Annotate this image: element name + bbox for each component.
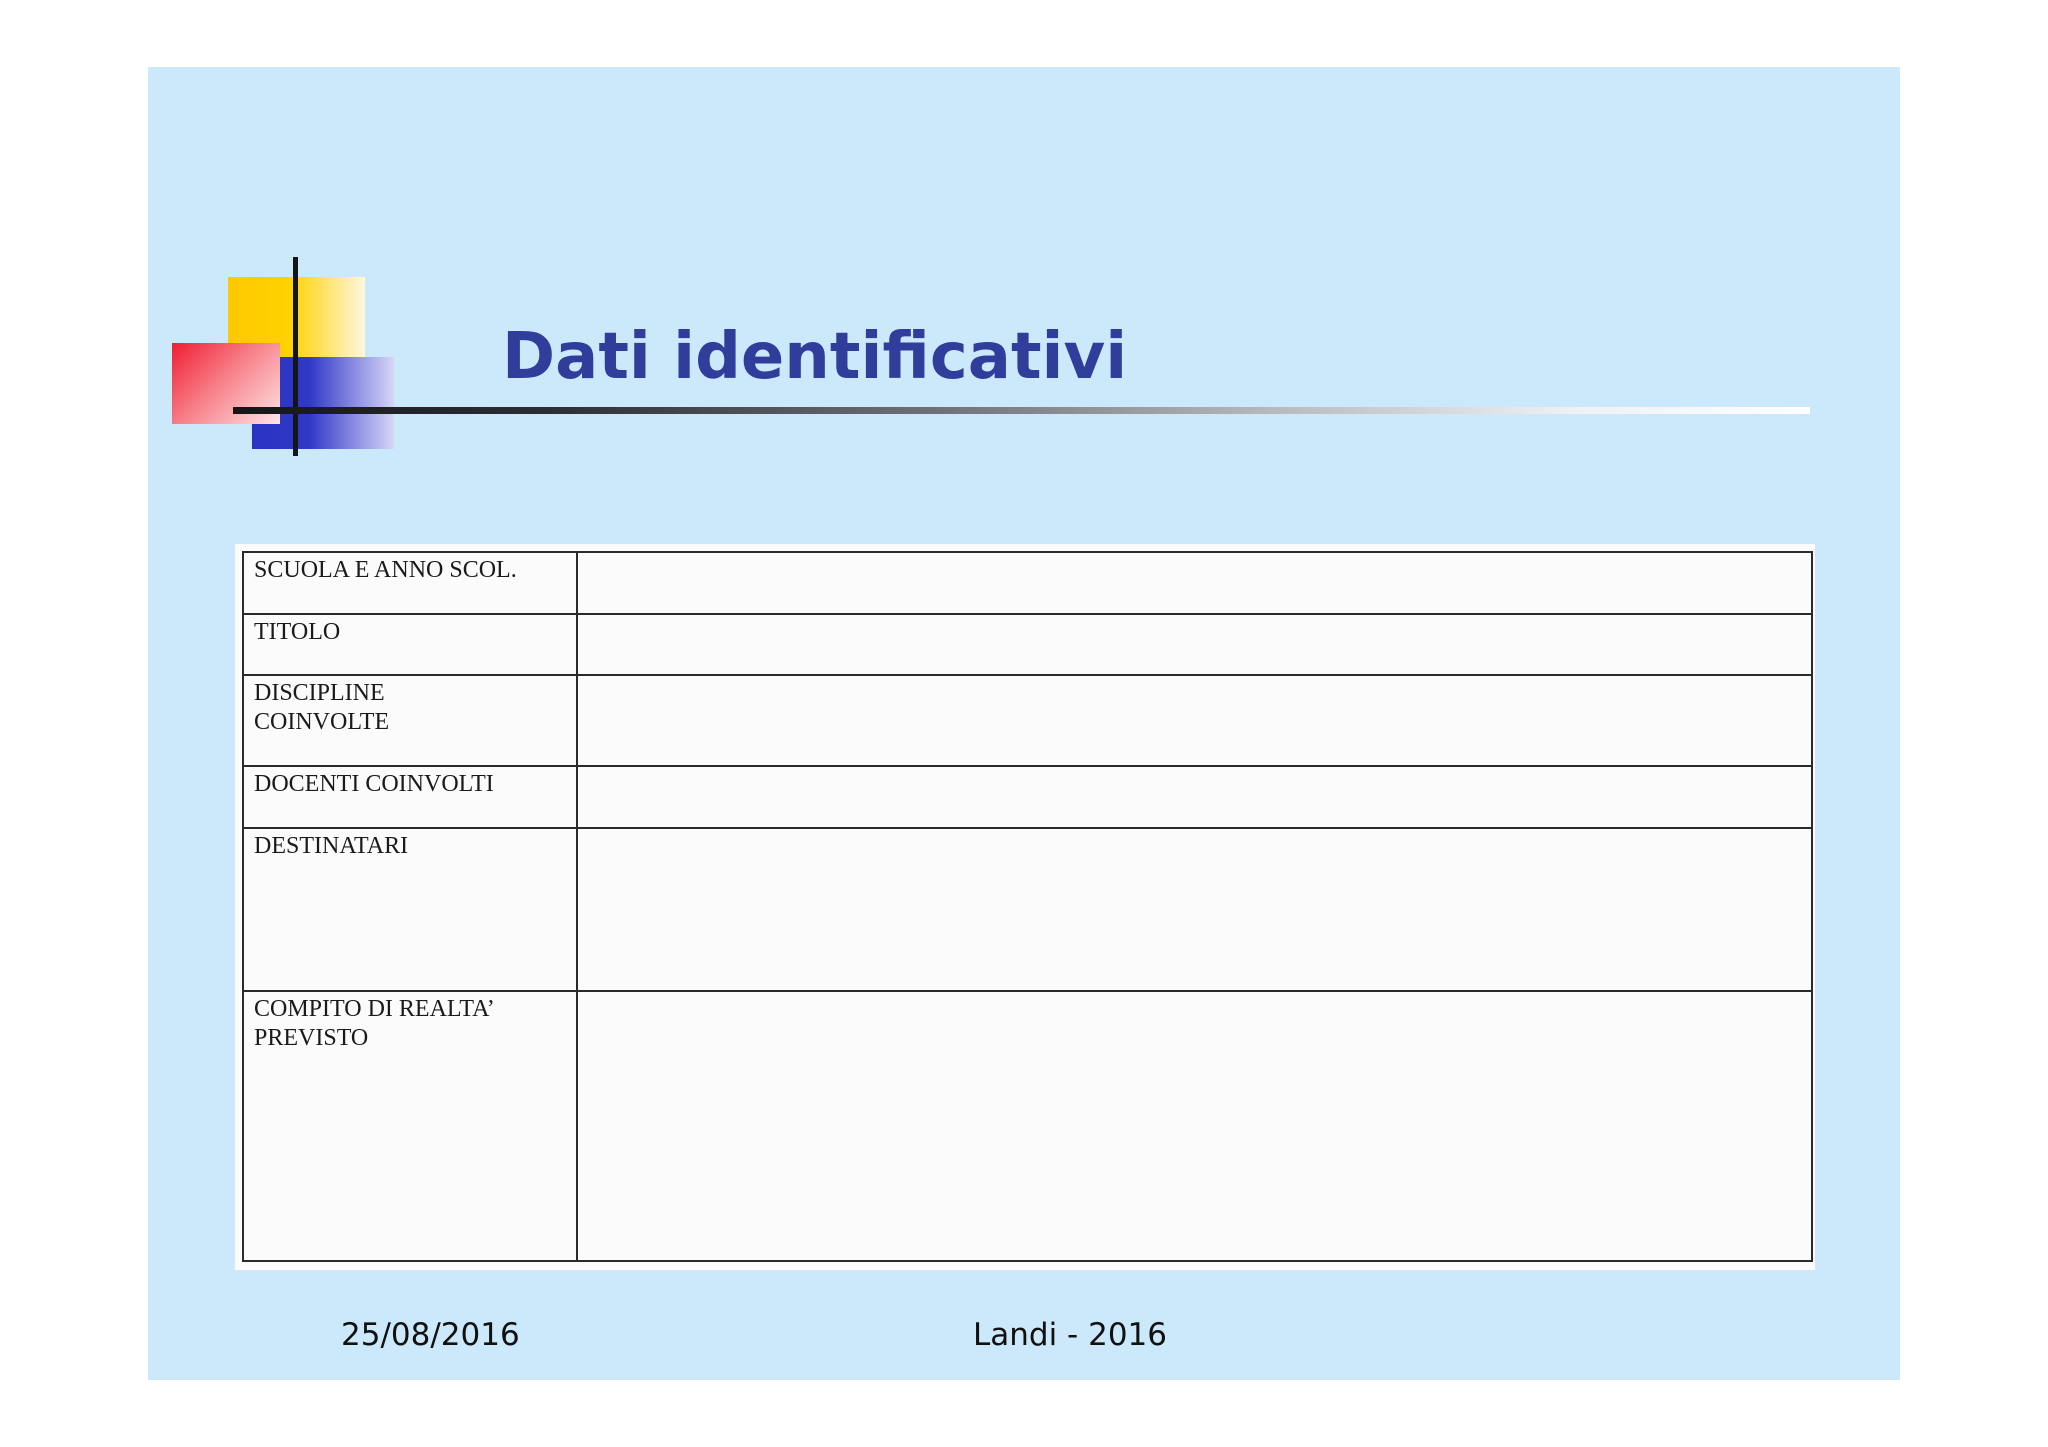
form-row-reality-task: COMPITO DI REALTA’ PREVISTO [242, 990, 1813, 1262]
form-row-recipients: DESTINATARI [242, 827, 1813, 992]
form-value-field[interactable] [576, 674, 1813, 767]
logo-vertical-line [293, 257, 298, 456]
form-label: DISCIPLINE COINVOLTE [242, 674, 578, 767]
form-label: TITOLO [242, 613, 578, 676]
form-value-field[interactable] [576, 551, 1813, 615]
form-label-line: COMPITO DI REALTA’ [254, 996, 495, 1022]
form-value-field[interactable] [576, 827, 1813, 992]
form-row-title: TITOLO [242, 613, 1813, 676]
form-label: SCUOLA E ANNO SCOL. [242, 551, 578, 615]
slide: Dati identificativi SCUOLA E ANNO SCOL. … [148, 67, 1900, 1380]
footer-date: 25/08/2016 [341, 1317, 520, 1353]
form-label: DESTINATARI [242, 827, 578, 992]
form-table: SCUOLA E ANNO SCOL. TITOLO DISCIPLINE CO… [242, 551, 1813, 1262]
footer-author: Landi - 2016 [973, 1317, 1167, 1353]
form-value-field[interactable] [576, 613, 1813, 676]
form-label-line: TITOLO [254, 619, 341, 645]
form-row-school: SCUOLA E ANNO SCOL. [242, 551, 1813, 615]
form-row-disciplines: DISCIPLINE COINVOLTE [242, 674, 1813, 767]
form-label-line: DISCIPLINE [254, 680, 385, 706]
form-label-line: DESTINATARI [254, 833, 409, 859]
title-underline [233, 407, 1810, 414]
form-label: DOCENTI COINVOLTI [242, 765, 578, 829]
form-label: COMPITO DI REALTA’ PREVISTO [242, 990, 578, 1262]
form-value-field[interactable] [576, 765, 1813, 829]
form-label-line: DOCENTI COINVOLTI [254, 771, 494, 797]
slide-title: Dati identificativi [502, 320, 1128, 394]
form-row-teachers: DOCENTI COINVOLTI [242, 765, 1813, 829]
form-label-line: COINVOLTE [254, 709, 390, 735]
form-label-line: PREVISTO [254, 1025, 369, 1051]
form-label-line: SCUOLA E ANNO SCOL. [254, 557, 517, 583]
identification-form: SCUOLA E ANNO SCOL. TITOLO DISCIPLINE CO… [235, 544, 1815, 1270]
form-value-field[interactable] [576, 990, 1813, 1262]
